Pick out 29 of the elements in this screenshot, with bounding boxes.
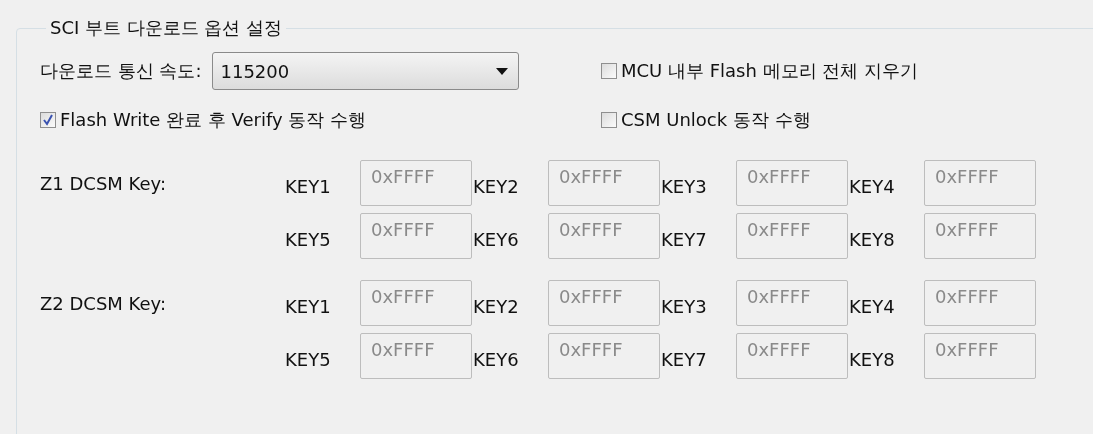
key-label: KEY1 [285, 174, 332, 197]
checkbox[interactable] [601, 112, 617, 128]
checked-checkbox[interactable] [40, 112, 56, 128]
key-label: KEY7 [661, 347, 708, 370]
group-title: SCI 부트 다운로드 옵션 설정 [49, 16, 284, 40]
baud-rate-dropdown[interactable]: 115200 [211, 52, 519, 90]
key-label: KEY3 [661, 174, 708, 197]
key-label: KEY5 [285, 227, 332, 250]
key-label: KEY8 [849, 347, 896, 370]
key-label: KEY4 [849, 174, 896, 197]
key-group-label: Z1 DCSM Key: [40, 172, 167, 194]
key-label: KEY6 [473, 347, 520, 370]
key-label: KEY1 [285, 294, 332, 317]
key-group-label: Z2 DCSM Key: [40, 292, 167, 314]
key-label: KEY8 [849, 227, 896, 250]
baud-rate-label: 다운로드 통신 속도: [40, 59, 202, 83]
checkbox-option[interactable]: MCU 내부 Flash 메모리 전체 지우기 [601, 59, 1093, 83]
checkbox-option[interactable]: CSM Unlock 동작 수행 [601, 108, 1093, 132]
checkmark-icon [42, 114, 54, 126]
key-label: KEY3 [661, 294, 708, 317]
key-label: KEY6 [473, 227, 520, 250]
key-label: KEY7 [661, 227, 708, 250]
checkbox[interactable] [601, 63, 617, 79]
key-label: KEY5 [285, 347, 332, 370]
key-label: KEY2 [473, 174, 520, 197]
key-label: KEY4 [849, 294, 896, 317]
checkbox-option[interactable]: Flash Write 완료 후 Verify 동작 수행 [40, 108, 601, 132]
key-label: KEY2 [473, 294, 520, 317]
caret-icon [495, 67, 508, 75]
